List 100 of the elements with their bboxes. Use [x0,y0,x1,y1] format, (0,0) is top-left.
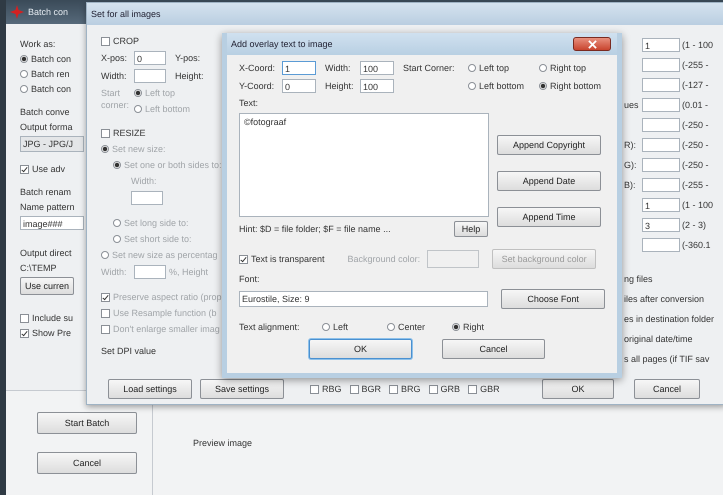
hint-text: Hint: $D = file folder; $F = file name ... [239,223,392,235]
start-corner-radio[interactable]: Right bottom [539,80,607,92]
x-pos-label: X-pos: [101,52,128,64]
transparent-checkbox[interactable]: Text is transparent [239,253,325,265]
dialog-title: Add overlay text to image [231,39,333,49]
font-field: Eurostile, Size: 9 [239,291,488,307]
output-format-dropdown[interactable]: JPG - JPG/J [20,136,84,152]
option-label: s all pages (if TIF sav [624,353,710,365]
height-field[interactable]: 100 [360,79,394,93]
range-label: (2 - 3) [682,219,706,231]
swap-color-checkbox[interactable]: RBG [310,383,342,395]
background-color-label: Background color: [348,253,420,265]
width-label: Width: [131,175,158,187]
text-label: Text: [239,97,260,109]
work-mode-radio[interactable]: Batch con [20,53,72,65]
height-label: Height: [175,70,204,82]
name-pattern-label: Name pattern [20,201,75,213]
range-label: (-255 - [682,179,709,191]
range-label: (-250 - [682,119,709,131]
start-batch-button[interactable]: Start Batch [37,412,137,434]
alignment-radio[interactable]: Right [452,321,514,333]
range-label: (-250 - [682,139,709,151]
star-icon [10,5,24,19]
text-alignment-label: Text alignment: [239,321,301,333]
batch-rename-label: Batch renam [20,186,72,198]
work-mode-radio[interactable]: Batch ren [20,68,70,80]
window-title: Batch con [28,7,68,17]
option-checkbox[interactable]: Include su [20,312,74,324]
output-format-label: Output forma [20,121,73,133]
value-field[interactable]: 3 [642,218,680,232]
value-field[interactable]: 1 [642,38,680,52]
percent-height-label: %, Height [169,266,208,278]
range-label: (-127 - [682,79,709,91]
background-color-swatch [427,250,480,268]
value-field[interactable] [642,138,680,152]
width-label: Width: [325,62,352,74]
cancel-button[interactable]: Cancel [634,379,700,399]
preview-label: Preview image [193,438,252,448]
close-button[interactable] [573,37,611,51]
value-field[interactable] [642,178,680,192]
alignment-radio[interactable]: Center [387,321,449,333]
width-field[interactable] [134,69,166,83]
range-label: (-360.1 [682,239,711,251]
y-pos-label: Y-pos: [175,52,200,64]
work-mode-radio[interactable]: Batch con [20,83,72,95]
alignment-radio[interactable]: Left [322,321,384,333]
width-field[interactable]: 100 [360,61,394,75]
start-corner-label: Start Corner: [403,62,456,74]
option-label: original date/time [624,333,694,345]
y-coord-field[interactable]: 0 [282,79,316,93]
value-field[interactable] [642,158,680,172]
value-field[interactable] [642,238,680,252]
output-directory-label: Output direct [20,247,72,259]
load-settings-button[interactable]: Load settings [108,379,192,399]
height-label: Height: [325,80,355,92]
width-label: Width: [101,70,128,82]
x-coord-label: X-Coord: [239,62,276,74]
ok-button[interactable]: OK [309,339,412,359]
option-checkbox[interactable]: Show Pre [20,327,72,339]
y-coord-label: Y-Coord: [239,80,276,92]
use-advanced-checkbox[interactable]: Use adv [20,163,66,175]
percent-width-field[interactable] [134,265,166,279]
range-label: (-250 - [682,159,709,171]
x-coord-field[interactable]: 1 [282,61,316,75]
overlay-text-area[interactable]: ©fotograaf [239,113,489,217]
start-corner-radio[interactable]: Left bottom [468,80,536,92]
swap-color-checkbox[interactable]: GBR [468,383,500,395]
help-button[interactable]: Help [454,221,488,237]
ok-button[interactable]: OK [542,379,614,399]
append-button[interactable]: Append Time [497,207,601,227]
value-label: B): [624,180,636,190]
use-current-button[interactable]: Use curren [20,277,74,295]
width-label: Width: [101,266,128,278]
range-label: (1 - 100 [682,39,714,51]
save-settings-button[interactable]: Save settings [200,379,284,399]
batch-conversion-label: Batch conve [20,106,70,118]
window-title: Set for all images [91,9,161,19]
option-label: iles after conversion [624,293,706,305]
value-field[interactable]: 1 [642,198,680,212]
start-corner-radio[interactable]: Left top [468,62,536,74]
font-label: Font: [239,273,261,285]
value-field[interactable] [642,78,680,92]
cancel-button[interactable]: Cancel [37,452,137,474]
start-corner-label: Start corner: [101,87,130,111]
value-field[interactable] [642,118,680,132]
value-field[interactable] [642,58,680,72]
name-pattern-field[interactable]: image### [20,216,84,230]
value-field[interactable] [642,98,680,112]
start-corner-radio[interactable]: Right top [539,62,607,74]
swap-color-checkbox[interactable]: BGR [350,383,382,395]
choose-font-button[interactable]: Choose Font [501,289,605,309]
width-field[interactable] [131,191,163,205]
append-button[interactable]: Append Copyright [497,135,601,155]
append-button[interactable]: Append Date [497,171,601,191]
swap-color-checkbox[interactable]: GRB [428,383,460,395]
swap-color-checkbox[interactable]: BRG [389,383,421,395]
range-label: (-255 - [682,59,709,71]
x-pos-field[interactable]: 0 [134,51,166,65]
close-icon [588,40,596,48]
cancel-button[interactable]: Cancel [442,339,545,359]
